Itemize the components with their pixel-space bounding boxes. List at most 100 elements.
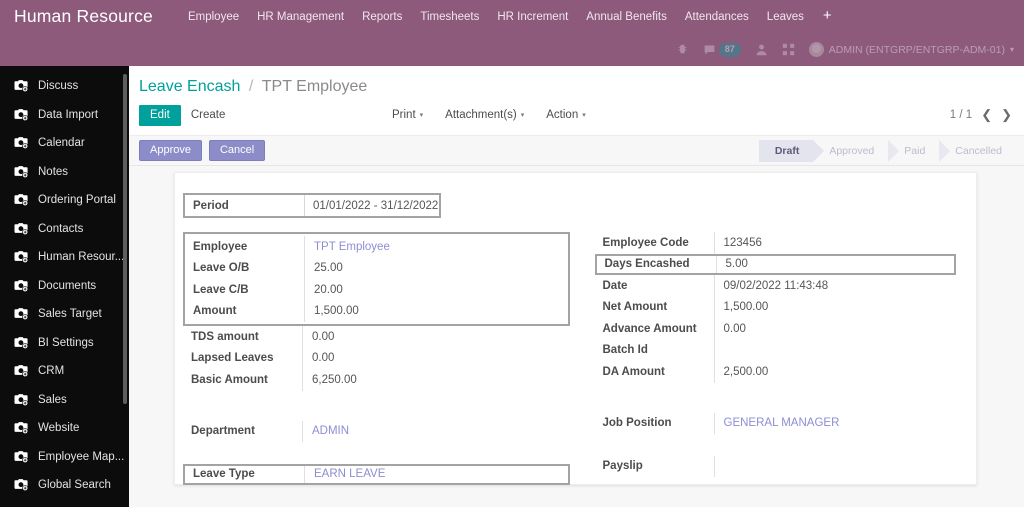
- field-value-leave-cb[interactable]: 20.00: [304, 279, 568, 301]
- app-brand-title[interactable]: Human Resource: [0, 6, 179, 27]
- field-label-department: Department: [191, 425, 255, 438]
- avatar: [808, 42, 824, 57]
- field-advance-amount[interactable]: Advance Amount 0.00: [595, 318, 957, 340]
- chevron-right-icon[interactable]: ❯: [1001, 107, 1012, 123]
- field-value-employee[interactable]: TPT Employee: [304, 236, 568, 258]
- field-tds-amount[interactable]: TDS amount 0.00: [183, 326, 570, 348]
- record-pager: 1 / 1 ❮ ❯: [950, 107, 1012, 123]
- sidebar-item-documents[interactable]: Documents: [0, 272, 129, 301]
- bug-icon[interactable]: [676, 43, 689, 56]
- field-payslip[interactable]: Payslip: [595, 455, 957, 477]
- field-period[interactable]: Period 01/01/2022 - 31/12/2022: [183, 193, 441, 218]
- field-value-job-position[interactable]: GENERAL MANAGER: [713, 412, 957, 434]
- field-value-batch-id[interactable]: [713, 339, 957, 361]
- sidebar-item-discuss[interactable]: Discuss: [0, 72, 129, 101]
- field-value-leave-ob[interactable]: 25.00: [304, 257, 568, 279]
- field-lapsed-leaves[interactable]: Lapsed Leaves 0.00: [183, 347, 570, 369]
- sidebar-item-bi-settings[interactable]: BI Settings: [0, 329, 129, 358]
- field-leave-cb[interactable]: Leave C/B 20.00: [185, 279, 568, 301]
- menu-item-reports[interactable]: Reports: [353, 6, 411, 28]
- field-batch-id[interactable]: Batch Id: [595, 339, 957, 361]
- field-days-encashed[interactable]: Days Encashed 5.00: [594, 253, 956, 275]
- attachments-label: Attachment(s): [445, 109, 517, 121]
- right-column-spacer: [595, 383, 957, 413]
- sidebar-item-contacts[interactable]: Contacts: [0, 215, 129, 244]
- field-label-date: Date: [602, 279, 628, 292]
- menu-item-attendances[interactable]: Attendances: [676, 6, 758, 28]
- action-dropdown[interactable]: Action ▾: [538, 105, 593, 125]
- message-icon[interactable]: [703, 43, 716, 56]
- field-department[interactable]: Department ADMIN: [183, 420, 570, 442]
- field-value-net-amount[interactable]: 1,500.00: [713, 296, 957, 318]
- field-job-position[interactable]: Job Position GENERAL MANAGER: [595, 412, 957, 434]
- image-placeholder-icon: [14, 279, 29, 293]
- approve-button[interactable]: Approve: [139, 140, 202, 161]
- menu-item-annual-benefits[interactable]: Annual Benefits: [577, 6, 676, 28]
- menu-item-timesheets[interactable]: Timesheets: [411, 6, 488, 28]
- sidebar-item-sales[interactable]: Sales: [0, 386, 129, 415]
- menu-item-employee[interactable]: Employee: [179, 6, 248, 28]
- sidebar-item-crm[interactable]: CRM: [0, 357, 129, 386]
- print-dropdown[interactable]: Print ▾: [384, 105, 431, 125]
- field-value-days-encashed[interactable]: 5.00: [715, 255, 955, 273]
- status-stage-draft[interactable]: Draft: [758, 140, 824, 162]
- field-label-payslip: Payslip: [602, 460, 643, 473]
- highlight-group-employee: Employee TPT Employee Leave O/B 25.00 Le…: [183, 232, 570, 326]
- field-value-advance-amount[interactable]: 0.00: [713, 318, 957, 340]
- field-value-date[interactable]: 09/02/2022 11:43:48: [713, 275, 957, 297]
- field-value-basic-amount[interactable]: 6,250.00: [302, 369, 570, 391]
- field-leave-type[interactable]: Leave Type EARN LEAVE: [183, 463, 570, 485]
- sidebar-item-notes[interactable]: Notes: [0, 158, 129, 187]
- field-basic-amount[interactable]: Basic Amount 6,250.00: [183, 369, 570, 391]
- field-date[interactable]: Date 09/02/2022 11:43:48: [595, 275, 957, 297]
- field-employee-code[interactable]: Employee Code 123456: [595, 232, 957, 254]
- sidebar-item-calendar[interactable]: Calendar: [0, 129, 129, 158]
- sidebar-item-label: Global Search: [38, 479, 111, 492]
- field-value-employee-code[interactable]: 123456: [713, 232, 957, 254]
- menu-item-hr-increment[interactable]: HR Increment: [488, 6, 577, 28]
- cancel-button[interactable]: Cancel: [208, 140, 266, 161]
- sidebar-scrollbar[interactable]: [123, 74, 127, 404]
- add-menu-button[interactable]: +: [813, 6, 842, 27]
- status-stage-cancelled[interactable]: Cancelled: [939, 140, 1016, 162]
- edit-button[interactable]: Edit: [139, 105, 181, 126]
- pager-count: 1 / 1: [949, 109, 973, 121]
- image-placeholder-icon: [14, 136, 29, 150]
- field-label-leave-ob: Leave O/B: [193, 262, 250, 275]
- field-value-lapsed-leaves[interactable]: 0.00: [302, 347, 570, 369]
- field-value-tds-amount[interactable]: 0.00: [302, 326, 570, 348]
- field-value-da-amount[interactable]: 2,500.00: [713, 361, 957, 383]
- sidebar-item-label: Sales: [38, 393, 67, 406]
- field-da-amount[interactable]: DA Amount 2,500.00: [595, 361, 957, 383]
- sidebar-item-human-resources[interactable]: Human Resour...: [0, 243, 129, 272]
- user-menu[interactable]: ADMIN (ENTGRP/ENTGRP-ADM-01) ▾: [808, 42, 1014, 57]
- breadcrumb-root[interactable]: Leave Encash: [139, 78, 240, 95]
- menu-item-leaves[interactable]: Leaves: [758, 6, 813, 28]
- field-leave-ob[interactable]: Leave O/B 25.00: [185, 257, 568, 279]
- messages-indicator[interactable]: 87: [703, 42, 741, 57]
- field-label-employee-code: Employee Code: [602, 236, 689, 249]
- field-employee[interactable]: Employee TPT Employee: [185, 236, 568, 258]
- field-value-amount[interactable]: 1,500.00: [304, 300, 568, 322]
- chevron-left-icon[interactable]: ❮: [981, 107, 992, 123]
- sidebar-item-employee-map[interactable]: Employee Map...: [0, 443, 129, 472]
- sidebar-item-ordering-portal[interactable]: Ordering Portal: [0, 186, 129, 215]
- sidebar-item-website[interactable]: Website: [0, 414, 129, 443]
- chevron-down-icon: ▾: [419, 112, 424, 119]
- form-right-column: Employee Code 123456 Days Encashed 5.00 …: [570, 232, 957, 485]
- apps-icon[interactable]: [782, 43, 795, 56]
- field-value-leave-type[interactable]: EARN LEAVE: [304, 465, 568, 483]
- menu-item-hr-management[interactable]: HR Management: [248, 6, 353, 28]
- field-net-amount[interactable]: Net Amount 1,500.00: [595, 296, 957, 318]
- status-stage-approved[interactable]: Approved: [813, 140, 900, 162]
- sidebar-item-sales-target[interactable]: Sales Target: [0, 300, 129, 329]
- attachments-dropdown[interactable]: Attachment(s) ▾: [437, 105, 532, 125]
- sidebar-item-global-search[interactable]: Global Search: [0, 471, 129, 500]
- create-button[interactable]: Create: [181, 105, 236, 126]
- user-icon[interactable]: [755, 43, 768, 56]
- field-value-payslip[interactable]: [713, 455, 957, 477]
- field-amount[interactable]: Amount 1,500.00: [185, 300, 568, 322]
- sidebar-item-data-import[interactable]: Data Import: [0, 101, 129, 130]
- field-value-department[interactable]: ADMIN: [302, 420, 570, 442]
- field-value-period[interactable]: 01/01/2022 - 31/12/2022: [304, 195, 439, 216]
